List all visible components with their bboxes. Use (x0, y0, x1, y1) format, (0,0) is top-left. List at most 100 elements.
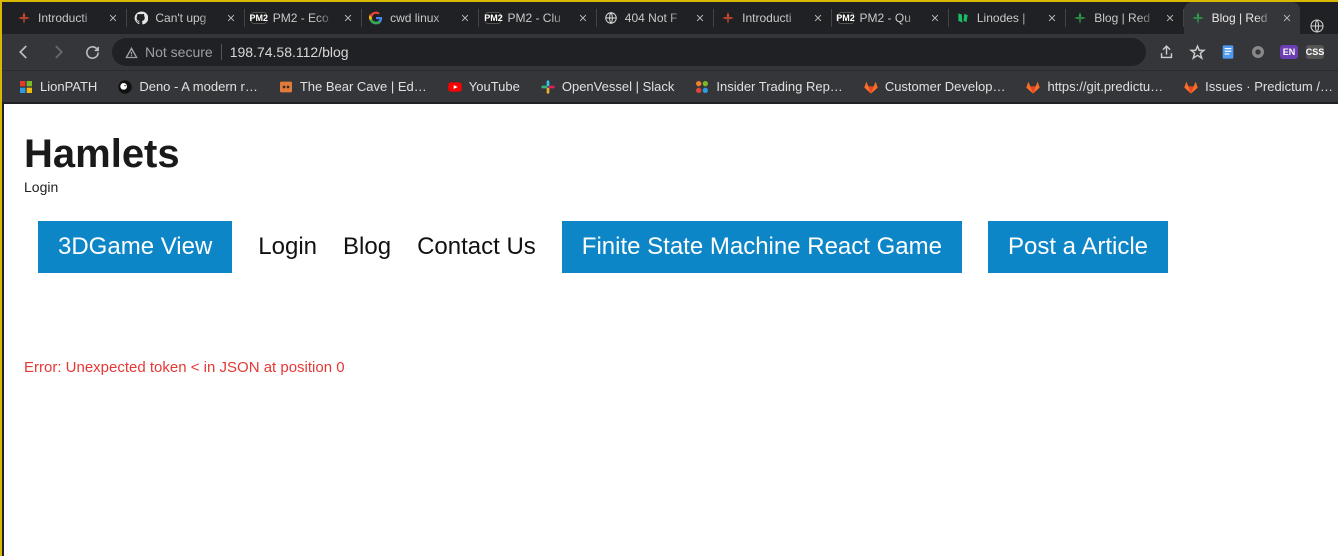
bookmark-item[interactable]: OpenVessel | Slack (532, 75, 683, 99)
site-nav-finite-state-machine-react-game[interactable]: Finite State Machine React Game (562, 221, 962, 273)
browser-toolbar: Not secure 198.74.58.112/blog EN CSS (2, 34, 1338, 70)
login-link[interactable]: Login (24, 179, 58, 195)
tab-title: cwd linux (390, 11, 452, 25)
extension-badge[interactable]: EN (1280, 45, 1298, 59)
spark-red-icon (16, 10, 32, 26)
deno-icon (117, 79, 133, 95)
tab-title: Blog | Red (1094, 11, 1156, 25)
forward-button[interactable] (44, 38, 72, 66)
joomla-icon (694, 79, 710, 95)
share-icon[interactable] (1158, 44, 1175, 61)
tab-title: Can't upg (155, 11, 217, 25)
pm2-icon: PM2 (838, 10, 854, 26)
tab-title: Blog | Red (1212, 11, 1274, 25)
bookmark-label: OpenVessel | Slack (562, 79, 675, 94)
site-nav-blog[interactable]: Blog (343, 221, 391, 273)
pm2-icon: PM2 (485, 10, 501, 26)
extension-circle-icon[interactable] (1250, 44, 1266, 60)
close-tab-icon[interactable] (693, 11, 707, 25)
site-nav: 3DGame View Login Blog Contact Us Finite Sta… (24, 221, 1318, 273)
toolbar-right: EN CSS (1152, 44, 1330, 61)
spark-green-icon (1190, 10, 1206, 26)
close-tab-icon[interactable] (458, 11, 472, 25)
site-nav-post-a-article[interactable]: Post a Article (988, 221, 1168, 273)
browser-tab[interactable]: PM2 PM2 - Clu (479, 2, 595, 34)
close-tab-icon[interactable] (928, 11, 942, 25)
extension-badge[interactable]: CSS (1306, 45, 1324, 59)
bookmark-label: Insider Trading Rep… (716, 79, 842, 94)
browser-tab[interactable]: PM2PM2 - Eco (245, 2, 361, 34)
site-nav-contact-us[interactable]: Contact Us (417, 221, 536, 273)
close-tab-icon[interactable] (811, 11, 825, 25)
bookmark-item[interactable]: YouTube (439, 75, 528, 99)
error-message: Error: Unexpected token < in JSON at pos… (24, 359, 1318, 376)
tab-title: PM2 - Eco (273, 11, 335, 25)
bookmark-label: Customer Develop… (885, 79, 1006, 94)
site-nav-login[interactable]: Login (258, 221, 317, 273)
tab-title: PM2 - Qu (860, 11, 922, 25)
page-content: Hamlets Login 3DGame View Login Blog Contac… (4, 104, 1338, 386)
bookmarks-bar: LionPATH Deno - A modern r… The Bear Cave … (2, 70, 1338, 102)
bookmark-item[interactable]: Deno - A modern r… (109, 75, 266, 99)
security-indicator[interactable]: Not secure (124, 44, 213, 60)
browser-tab[interactable]: Introducti (714, 2, 830, 34)
tab-title: Introducti (742, 11, 804, 25)
close-tab-icon[interactable] (576, 11, 590, 25)
browser-tab[interactable]: Blog | Red (1066, 2, 1182, 34)
close-tab-icon[interactable] (1280, 11, 1294, 25)
site-title: Hamlets (24, 132, 1318, 177)
bookmark-item[interactable]: Customer Develop… (855, 75, 1014, 99)
slack-icon (540, 79, 556, 95)
bookmark-label: The Bear Cave | Ed… (300, 79, 427, 94)
bookmark-label: https://git.predictu… (1047, 79, 1163, 94)
security-label: Not secure (145, 44, 213, 60)
gitlab-icon (1025, 79, 1041, 95)
browser-tab[interactable]: PM2 PM2 - Qu (832, 2, 948, 34)
gitlab-icon (1183, 79, 1199, 95)
close-tab-icon[interactable] (1163, 11, 1177, 25)
bookmark-label: Deno - A modern r… (139, 79, 258, 94)
grid4-icon (18, 79, 34, 95)
close-tab-icon[interactable] (1045, 11, 1059, 25)
browser-tab[interactable]: Blog | Red (1184, 2, 1300, 34)
tab-title: PM2 - Clu (507, 11, 569, 25)
extension-docs-icon[interactable] (1220, 44, 1236, 60)
browser-tab[interactable]: 404 Not F (597, 2, 713, 34)
bear-icon (278, 79, 294, 95)
address-url: 198.74.58.112/blog (230, 44, 349, 60)
bookmark-item[interactable]: The Bear Cave | Ed… (270, 75, 435, 99)
bookmark-star-icon[interactable] (1189, 44, 1206, 61)
browser-tab[interactable]: Linodes | (949, 2, 1065, 34)
back-button[interactable] (10, 38, 38, 66)
browser-tabstrip: IntroductiCan't upgPM2PM2 - Ecocwd linux… (2, 0, 1338, 34)
site-nav-3dgame-view[interactable]: 3DGame View (38, 221, 232, 273)
browser-tab[interactable]: Can't upg (127, 2, 243, 34)
browser-tab[interactable]: cwd linux (362, 2, 478, 34)
youtube-icon (447, 79, 463, 95)
google-icon (368, 10, 384, 26)
spark-red-icon (720, 10, 736, 26)
page-viewport: Hamlets Login 3DGame View Login Blog Contac… (4, 104, 1338, 556)
reload-button[interactable] (78, 38, 106, 66)
github-icon (133, 10, 149, 26)
spark-green-icon (1072, 10, 1088, 26)
bookmark-item[interactable]: https://git.predictu… (1017, 75, 1171, 99)
bookmark-item[interactable]: LionPATH (10, 75, 105, 99)
overflow-tab[interactable] (1300, 18, 1334, 34)
bookmark-item[interactable]: Issues · Predictum /… (1175, 75, 1338, 99)
gitlab-icon (863, 79, 879, 95)
bookmark-label: Issues · Predictum /… (1205, 79, 1333, 94)
close-tab-icon[interactable] (224, 11, 238, 25)
extension-badges: EN CSS (1280, 45, 1324, 59)
close-tab-icon[interactable] (341, 11, 355, 25)
bookmark-label: LionPATH (40, 79, 97, 94)
linode-icon (955, 10, 971, 26)
bookmark-item[interactable]: Insider Trading Rep… (686, 75, 850, 99)
address-separator (221, 44, 222, 60)
tab-title: 404 Not F (625, 11, 687, 25)
close-tab-icon[interactable] (106, 11, 120, 25)
tab-title: Introducti (38, 11, 100, 25)
address-bar[interactable]: Not secure 198.74.58.112/blog (112, 38, 1146, 66)
tab-title: Linodes | (977, 11, 1039, 25)
browser-tab[interactable]: Introducti (10, 2, 126, 34)
